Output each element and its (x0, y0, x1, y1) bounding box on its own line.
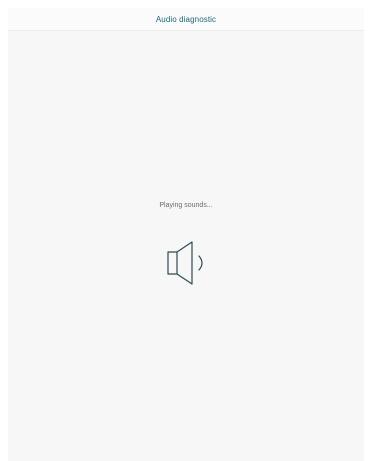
header-bar: Audio diagnostic (8, 8, 364, 31)
page-title: Audio diagnostic (155, 14, 217, 24)
speaker-icon (167, 241, 203, 285)
status-text: Playing sounds... (159, 202, 213, 209)
diagnostic-panel: Audio diagnostic Playing sounds... (8, 8, 364, 461)
